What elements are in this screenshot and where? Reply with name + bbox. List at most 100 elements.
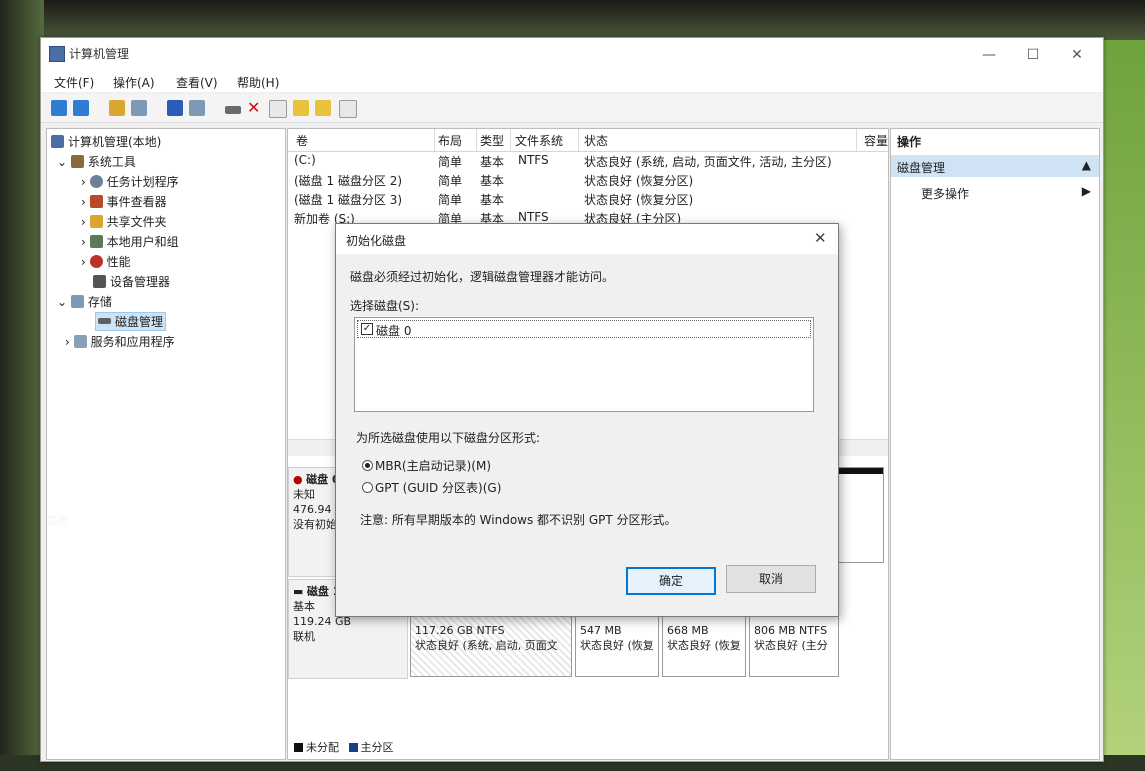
delete-icon[interactable]: ✕ <box>247 100 263 116</box>
show-hide-tree-icon[interactable] <box>131 100 147 116</box>
menu-file[interactable]: 文件(F) <box>54 74 94 91</box>
column-volume[interactable]: 卷 <box>296 132 308 149</box>
tree-item-performance[interactable]: › 性能 <box>81 253 131 270</box>
back-icon[interactable] <box>51 100 67 116</box>
title-bar[interactable]: 计算机管理 — ☐ ✕ <box>41 38 1103 70</box>
column-separator <box>434 129 435 151</box>
select-disk-label: 选择磁盘(S): <box>350 299 420 313</box>
tree-label: 磁盘管理 <box>115 315 164 329</box>
cancel-button[interactable]: 取消 <box>726 565 816 593</box>
actions-more[interactable]: 更多操作 ▶ <box>891 181 1099 203</box>
tree-item-system-tools[interactable]: ⌄ 系统工具 <box>57 153 136 170</box>
storage-icon <box>70 295 84 308</box>
tree-item-device-manager[interactable]: 设备管理器 <box>93 273 170 290</box>
tree-item-local-users[interactable]: › 本地用户和组 <box>81 233 179 250</box>
dialog-title-bar[interactable]: 初始化磁盘 ✕ <box>336 224 838 254</box>
volume-layout: 简单 <box>438 155 463 169</box>
volume-layout: 简单 <box>438 193 463 207</box>
volume-type: 基本 <box>480 174 505 188</box>
volume-name: (C:) <box>294 153 316 167</box>
column-separator <box>476 129 477 151</box>
tree-item-task-scheduler[interactable]: › 任务计划程序 <box>81 173 179 190</box>
column-capacity[interactable]: 容量 <box>864 132 888 149</box>
disk-icon: ▬ <box>293 585 304 598</box>
event-viewer-icon <box>89 195 103 208</box>
partition-size: 668 MB <box>667 624 709 637</box>
tree-label: 事件查看器 <box>106 195 167 209</box>
properties-icon[interactable] <box>189 100 205 116</box>
partition-s[interactable]: 806 MB NTFS 状态良好 (主分 <box>749 607 839 677</box>
disk-management-icon <box>98 318 111 324</box>
volume-status: 状态良好 (恢复分区) <box>584 174 694 188</box>
tree-label: 性能 <box>106 255 131 269</box>
tree-item-storage[interactable]: ⌄ 存储 <box>57 293 112 310</box>
dialog-title: 初始化磁盘 <box>346 234 407 248</box>
disk-list-item[interactable]: ✓ 磁盘 0 <box>357 320 811 338</box>
column-type[interactable]: 类型 <box>480 132 504 149</box>
gpt-label[interactable]: GPT (GUID 分区表)(G) <box>375 479 501 496</box>
connect-icon[interactable] <box>225 106 241 114</box>
folder-icon[interactable] <box>293 100 309 116</box>
actions-header: 操作 <box>891 129 1099 151</box>
collapse-arrow-icon: ▲ <box>1081 158 1091 172</box>
tree-label: 设备管理器 <box>110 275 171 289</box>
volume-type: 基本 <box>480 193 505 207</box>
partition-status: 状态良好 (系统, 启动, 页面文 <box>415 639 558 652</box>
column-status[interactable]: 状态 <box>584 132 608 149</box>
table-row[interactable]: (磁盘 1 磁盘分区 3) 简单 基本 状态良好 (恢复分区) <box>288 191 888 210</box>
column-separator <box>510 129 511 151</box>
list-icon[interactable] <box>339 100 357 118</box>
tree-item-disk-management[interactable]: 磁盘管理 <box>95 312 167 331</box>
gpt-radio[interactable] <box>362 482 373 493</box>
mbr-radio[interactable] <box>362 460 373 471</box>
navigation-tree: 计算机管理(本地) ⌄ 系统工具 › 任务计划程序 › 事件查看器 › 共享文件… <box>46 128 286 760</box>
maximize-button[interactable]: ☐ <box>1015 44 1051 66</box>
tree-item-services[interactable]: › 服务和应用程序 <box>65 333 175 350</box>
partition-style-label: 为所选磁盘使用以下磁盘分区形式: <box>356 431 541 445</box>
disk-list-item-label: 磁盘 0 <box>376 324 412 338</box>
actions-disk-management[interactable]: 磁盘管理 ▲ <box>891 155 1099 177</box>
forward-icon[interactable] <box>73 100 89 116</box>
disk-listbox[interactable]: ✓ 磁盘 0 <box>354 317 814 412</box>
tree-label: 任务计划程序 <box>106 175 179 189</box>
partition-recovery-2[interactable]: 547 MB 状态良好 (恢复 <box>575 607 659 677</box>
check-icon[interactable] <box>269 100 287 118</box>
laptop-bezel-top <box>0 0 1145 40</box>
initialize-disk-dialog: 初始化磁盘 ✕ 磁盘必须经过初始化，逻辑磁盘管理器才能访问。 选择磁盘(S): … <box>335 223 839 617</box>
minimize-button[interactable]: — <box>971 44 1007 66</box>
volume-status: 状态良好 (系统, 启动, 页面文件, 活动, 主分区) <box>584 155 832 169</box>
tree-item-shared-folders[interactable]: › 共享文件夹 <box>81 213 167 230</box>
table-row[interactable]: (磁盘 1 磁盘分区 2) 简单 基本 状态良好 (恢复分区) <box>288 172 888 191</box>
column-separator <box>578 129 579 151</box>
dialog-close-button[interactable]: ✕ <box>814 229 827 247</box>
menu-action[interactable]: 操作(A) <box>113 74 155 91</box>
partition-c[interactable]: 117.26 GB NTFS 状态良好 (系统, 启动, 页面文 <box>410 607 572 677</box>
close-button[interactable]: ✕ <box>1059 44 1095 66</box>
legend-primary-swatch <box>348 743 358 752</box>
menu-help[interactable]: 帮助(H) <box>237 74 279 91</box>
tree-root[interactable]: 计算机管理(本地) <box>51 133 161 150</box>
ok-button[interactable]: 确定 <box>626 567 716 595</box>
disk-uninitialized-icon: ● <box>293 473 303 486</box>
shared-folder-icon <box>89 215 103 228</box>
partition-status: 状态良好 (恢复 <box>667 639 741 652</box>
table-row[interactable]: (C:) 简单 基本 NTFS 状态良好 (系统, 启动, 页面文件, 活动, … <box>288 153 888 172</box>
column-filesystem[interactable]: 文件系统 <box>515 132 563 149</box>
computer-icon <box>51 135 64 148</box>
actions-more-label: 更多操作 <box>921 187 970 201</box>
menu-view[interactable]: 查看(V) <box>176 74 218 91</box>
mbr-label[interactable]: MBR(主启动记录)(M) <box>375 457 491 474</box>
legend-primary: 主分区 <box>360 741 394 754</box>
desktop-wallpaper <box>1100 40 1145 755</box>
partition-recovery-3[interactable]: 668 MB 状态良好 (恢复 <box>662 607 746 677</box>
partition-size: 806 MB NTFS <box>754 624 828 637</box>
up-folder-icon[interactable] <box>109 100 125 116</box>
tree-root-label: 计算机管理(本地) <box>68 135 162 149</box>
search-icon[interactable] <box>315 100 331 116</box>
tree-item-event-viewer[interactable]: › 事件查看器 <box>81 193 167 210</box>
column-layout[interactable]: 布局 <box>438 132 462 149</box>
disk0-checkbox[interactable]: ✓ <box>361 323 373 335</box>
help-icon[interactable] <box>167 100 183 116</box>
submenu-arrow-icon: ▶ <box>1081 184 1091 198</box>
tree-label: 本地用户和组 <box>106 235 179 249</box>
